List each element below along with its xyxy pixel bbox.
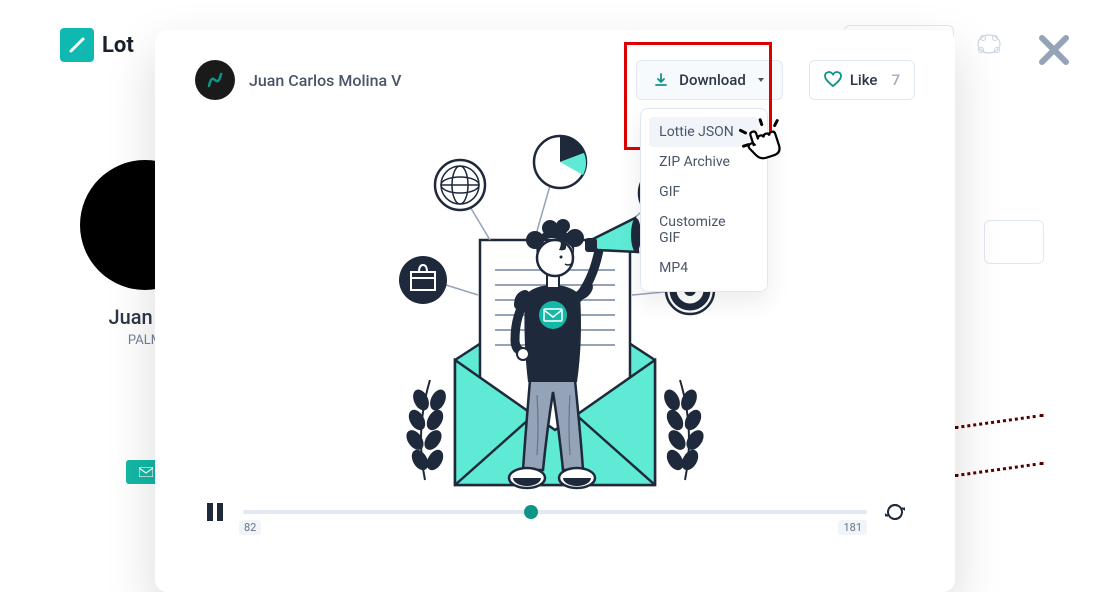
notification-icon[interactable] bbox=[974, 31, 1004, 57]
dropdown-item-gif[interactable]: GIF bbox=[649, 177, 759, 207]
timeline-scrubber[interactable] bbox=[243, 510, 867, 514]
close-button[interactable] bbox=[1034, 30, 1074, 70]
dropdown-item-mp4[interactable]: MP4 bbox=[649, 253, 759, 283]
loop-button[interactable] bbox=[883, 500, 907, 524]
pause-button[interactable] bbox=[203, 500, 227, 524]
brand-logo-icon bbox=[60, 28, 94, 62]
brand-name: Lot bbox=[102, 33, 134, 58]
author-avatar[interactable] bbox=[195, 60, 235, 100]
bg-preview-right bbox=[959, 400, 1044, 495]
current-frame-label: 82 bbox=[239, 520, 261, 535]
dropdown-item-customize-gif[interactable]: Customize GIF bbox=[649, 207, 759, 253]
dropdown-item-zip[interactable]: ZIP Archive bbox=[649, 147, 759, 177]
heart-icon bbox=[824, 71, 842, 89]
download-label: Download bbox=[679, 71, 746, 89]
modal-header: Juan Carlos Molina V Download Lottie JSO… bbox=[195, 60, 915, 100]
animation-detail-modal: Juan Carlos Molina V Download Lottie JSO… bbox=[155, 30, 955, 592]
timeline-playhead[interactable] bbox=[524, 505, 538, 519]
like-button[interactable]: Like 7 bbox=[809, 60, 915, 100]
download-icon bbox=[653, 72, 669, 88]
download-button[interactable]: Download bbox=[636, 60, 783, 100]
download-dropdown: Lottie JSON ZIP Archive GIF Customize GI… bbox=[640, 108, 768, 292]
pause-icon bbox=[206, 502, 224, 522]
bg-card-right bbox=[984, 220, 1044, 264]
like-count: 7 bbox=[891, 71, 900, 89]
download-area: Download Lottie JSON ZIP Archive GIF Cus… bbox=[636, 60, 783, 100]
animation-player-controls: 82 181 bbox=[195, 500, 915, 524]
chevron-down-icon bbox=[756, 75, 766, 85]
author-name[interactable]: Juan Carlos Molina V bbox=[249, 71, 622, 90]
like-label: Like bbox=[850, 71, 878, 89]
total-frames-label: 181 bbox=[838, 520, 867, 535]
animation-preview bbox=[195, 130, 915, 500]
dropdown-item-lottie-json[interactable]: Lottie JSON bbox=[649, 117, 759, 147]
loop-icon bbox=[885, 502, 905, 522]
